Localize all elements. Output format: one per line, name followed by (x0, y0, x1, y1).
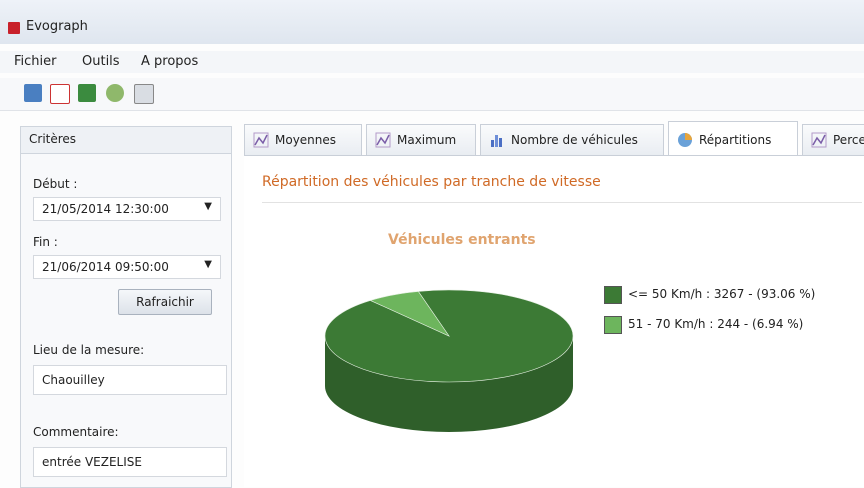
criteria-panel: Critères Début : 21/05/2014 12:30:00 ▼ F… (20, 126, 232, 488)
tab-perce[interactable]: Perce (802, 124, 864, 155)
tab-label: Maximum (397, 133, 457, 147)
tab-repartitions[interactable]: Répartitions (668, 121, 798, 155)
window-title: Evograph (26, 19, 88, 34)
save-icon[interactable] (78, 84, 96, 102)
tab-label: Moyennes (275, 133, 337, 147)
criteria-header: Critères (21, 127, 231, 154)
toolbar (0, 78, 864, 111)
legend-swatch (604, 286, 622, 304)
bar-chart-icon (489, 132, 505, 148)
location-value: Chaouilley (42, 373, 105, 387)
criteria-title: Critères (29, 132, 77, 146)
legend-label: 51 - 70 Km/h : 244 - (6.94 %) (628, 317, 804, 331)
comment-value: entrée VEZELISE (42, 455, 142, 469)
tab-label: Perce (833, 133, 864, 147)
start-label: Début : (33, 177, 78, 191)
tab-moyennes[interactable]: Moyennes (244, 124, 362, 155)
chart-tabs: Moyennes Maximum Nombre de véhicules Rép… (244, 121, 864, 156)
pdf-icon[interactable] (50, 84, 70, 104)
location-field[interactable]: Chaouilley (33, 365, 227, 395)
line-chart-icon (375, 132, 391, 148)
menu-outils[interactable]: Outils (82, 54, 120, 69)
tab-maximum[interactable]: Maximum (366, 124, 476, 155)
legend-label: <= 50 Km/h : 3267 - (93.06 %) (628, 287, 816, 301)
app-icon (8, 22, 20, 34)
money-icon[interactable] (106, 84, 124, 102)
location-label: Lieu de la mesure: (33, 343, 145, 357)
comment-field[interactable]: entrée VEZELISE (33, 447, 227, 477)
start-date-picker[interactable]: 21/05/2014 12:30:00 ▼ (33, 197, 221, 221)
line-chart-icon (253, 132, 269, 148)
end-date-value: 21/06/2014 09:50:00 (42, 260, 169, 274)
menu-fichier[interactable]: Fichier (14, 54, 57, 69)
line-chart-icon (811, 132, 827, 148)
end-label: Fin : (33, 235, 58, 249)
comment-label: Commentaire: (33, 425, 119, 439)
refresh-button[interactable]: Rafraichir (118, 289, 212, 315)
start-date-value: 21/05/2014 12:30:00 (42, 202, 169, 216)
menu-a-propos[interactable]: A propos (141, 54, 198, 69)
chevron-down-icon[interactable]: ▼ (204, 259, 212, 270)
open-folder-icon[interactable] (24, 84, 42, 102)
tab-label: Répartitions (699, 133, 772, 147)
print-icon[interactable] (134, 84, 154, 104)
tab-label: Nombre de véhicules (511, 133, 638, 147)
tab-nombre-de-vehicules[interactable]: Nombre de véhicules (480, 124, 664, 155)
pie-chart-icon (677, 132, 693, 148)
title-bar: Evograph (0, 0, 864, 44)
chart-panel: Répartition des véhicules par tranche de… (244, 155, 864, 487)
end-date-picker[interactable]: 21/06/2014 09:50:00 ▼ (33, 255, 221, 279)
menu-bar: Fichier Outils A propos (0, 51, 864, 73)
chevron-down-icon[interactable]: ▼ (204, 201, 212, 212)
legend-swatch (604, 316, 622, 334)
